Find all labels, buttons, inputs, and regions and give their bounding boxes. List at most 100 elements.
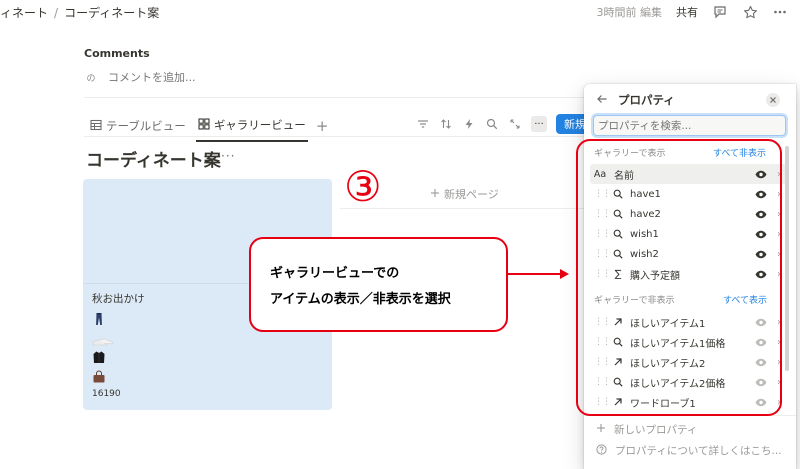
property-row-have2[interactable]: ⋮⋮ have2 › [590,204,786,224]
chevron-right-icon[interactable]: › [772,229,786,240]
property-row-wish1[interactable]: ⋮⋮ wish1 › [590,224,786,244]
eye-icon[interactable] [754,229,768,239]
view-more-button[interactable]: ··· [531,116,547,132]
search-type-icon [610,229,626,239]
chevron-right-icon[interactable]: › [772,169,786,180]
panel-header: プロパティ [596,92,675,108]
property-name: have1 [630,188,661,200]
eye-hidden-icon[interactable] [754,377,768,387]
learn-more-label: プロパティについて詳しくはこち... [615,445,782,457]
chevron-right-icon[interactable]: › [772,377,786,388]
show-all-button[interactable]: すべて表示 [723,293,767,306]
drag-handle-icon[interactable]: ⋮⋮ [594,357,611,367]
sneakers-icon [92,333,114,347]
drag-handle-icon[interactable]: ⋮⋮ [594,317,611,327]
drag-handle-icon[interactable]: ⋮⋮ [594,397,611,407]
property-row-name[interactable]: Aa 名前 › [590,164,786,184]
automation-bolt-icon[interactable] [462,117,476,131]
tab-gallery-view[interactable]: ギャラリービュー [195,115,308,142]
top-right-actions: 3時間前 編集 共有 [597,4,789,20]
new-property-button[interactable]: 新しいプロパティ [596,422,697,437]
eye-hidden-icon[interactable] [754,397,768,407]
drag-handle-icon[interactable]: ⋮⋮ [594,249,611,259]
bag-icon [92,370,106,384]
chevron-right-icon[interactable]: › [772,269,786,280]
arrow-left-icon[interactable] [596,93,610,107]
top-bar: ィネート / コーディネート案 3時間前 編集 共有 [0,0,800,24]
step-number-annotation: ③ [344,162,382,211]
breadcrumb-parent[interactable]: ィネート [0,6,48,20]
drag-handle-icon[interactable]: ⋮⋮ [594,189,611,199]
hidden-section-label: ギャラリーで非表示 [594,296,675,306]
property-row-purchase-amount[interactable]: ⋮⋮ ∑ 購入予定額 › [590,264,786,284]
more-options-icon[interactable] [772,4,788,20]
gallery-icon [198,117,210,133]
eye-hidden-icon[interactable] [754,357,768,367]
eye-hidden-icon[interactable] [754,337,768,347]
property-row-wanted-item1-price[interactable]: ⋮⋮ ほしいアイテム1価格 › [590,332,786,352]
eye-icon[interactable] [754,209,768,219]
star-icon[interactable] [742,4,758,20]
comment-icon[interactable] [712,4,728,20]
eye-icon[interactable] [754,169,768,179]
title-type-icon: Aa [593,168,607,180]
chevron-right-icon[interactable]: › [772,189,786,200]
view-tabs: テーブルビュー ギャラリービュー + [88,115,328,142]
search-type-icon [610,337,626,347]
drag-handle-icon[interactable]: ⋮⋮ [594,229,611,239]
tabs-divider [84,136,584,137]
drag-handle-icon[interactable]: ⋮⋮ [594,377,611,387]
property-name: wish1 [630,228,659,240]
property-name: 名前 [614,170,634,182]
eye-icon[interactable] [754,269,768,279]
drag-handle-icon[interactable]: ⋮⋮ [594,209,611,219]
edited-timestamp: 3時間前 編集 [596,6,663,19]
property-name: wish2 [630,248,659,260]
search-type-icon [610,209,626,219]
search-type-icon [610,377,626,387]
sort-icon[interactable] [439,117,453,131]
chevron-right-icon[interactable]: › [772,317,786,328]
new-page-button[interactable]: 新規ページ [430,186,499,202]
property-row-wish2[interactable]: ⋮⋮ wish2 › [590,244,786,264]
tab-table-view[interactable]: テーブルビュー [88,116,188,141]
chevron-right-icon[interactable]: › [772,397,786,408]
search-type-icon [610,249,626,259]
help-circle-icon [596,443,607,458]
drag-handle-icon[interactable]: ⋮⋮ [594,269,611,279]
property-row-wardrobe1[interactable]: ⋮⋮ ワードローブ1 › [590,392,786,412]
property-search-input[interactable] [593,115,786,136]
comment-input[interactable] [108,70,408,84]
title-more-button[interactable]: ··· [221,149,235,163]
chevron-right-icon[interactable]: › [772,209,786,220]
filter-icon[interactable] [416,117,430,131]
search-icon[interactable] [485,117,499,131]
chevron-right-icon[interactable]: › [772,249,786,260]
drag-handle-icon[interactable]: ⋮⋮ [594,337,611,347]
chevron-right-icon[interactable]: › [772,357,786,368]
breadcrumb-current[interactable]: コーディネート案 [64,6,159,20]
chevron-right-icon[interactable]: › [772,337,786,348]
share-button[interactable]: 共有 [676,4,698,20]
breadcrumb: ィネート / コーディネート案 [0,4,159,21]
plus-icon [430,188,440,201]
property-row-wanted-item1[interactable]: ⋮⋮ ほしいアイテム1 › [590,312,786,332]
property-row-wanted-item2[interactable]: ⋮⋮ ほしいアイテム2 › [590,352,786,372]
learn-about-properties-link[interactable]: プロパティについて詳しくはこち... [596,443,782,458]
eye-icon[interactable] [754,249,768,259]
eye-icon[interactable] [754,189,768,199]
property-row-have1[interactable]: ⋮⋮ have1 › [590,184,786,204]
panel-scrollbar[interactable] [785,146,789,371]
relation-arrow-icon [610,317,626,327]
sum-icon: ∑ [614,268,622,280]
property-name: have2 [630,208,661,220]
property-row-wanted-item2-price[interactable]: ⋮⋮ ほしいアイテム2価格 › [590,372,786,392]
callout-line-2: アイテムの表示／非表示を選択 [270,292,451,307]
eye-hidden-icon[interactable] [754,317,768,327]
close-icon[interactable] [766,93,780,107]
card-title: 秋お出かけ [92,293,145,305]
expand-icon[interactable] [508,117,522,131]
property-name: ほしいアイテム1 [630,318,706,330]
jeans-icon [92,312,106,326]
hide-all-button[interactable]: すべて非表示 [713,146,766,159]
